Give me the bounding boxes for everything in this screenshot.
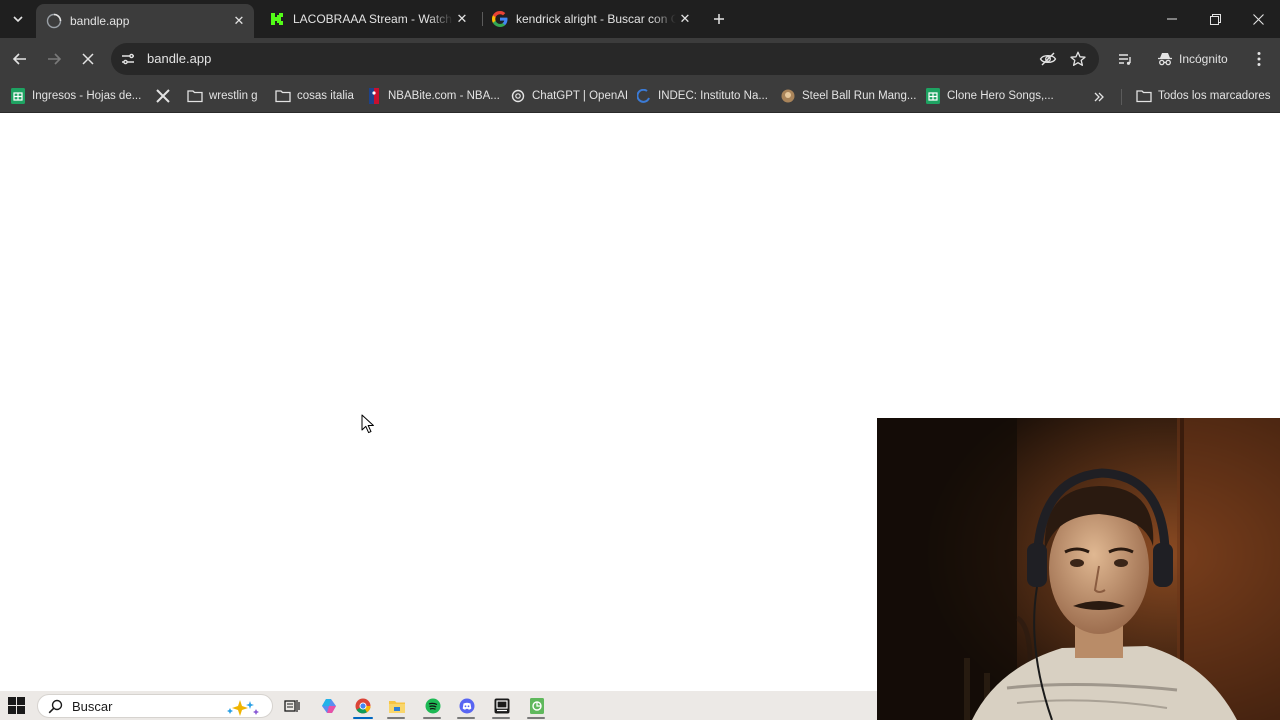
copilot-sparkle-icon bbox=[227, 700, 259, 716]
webcam-feed bbox=[877, 418, 1280, 720]
eye-off-icon[interactable] bbox=[1038, 49, 1058, 69]
media-queue-icon[interactable] bbox=[1114, 48, 1136, 70]
bookmarks-bar: Ingresos - Hojas de... wrestlin g cosas … bbox=[0, 80, 1280, 113]
new-tab-button[interactable] bbox=[709, 9, 729, 29]
bookmark-x[interactable] bbox=[155, 86, 177, 106]
loading-globe-icon bbox=[46, 13, 62, 29]
x-icon bbox=[155, 88, 171, 104]
taskbar-search-box[interactable]: Buscar bbox=[37, 694, 273, 718]
restore-button[interactable] bbox=[1193, 0, 1237, 38]
bookmark-label: NBABite.com - NBA... bbox=[388, 90, 500, 102]
bookmark-label: Ingresos - Hojas de... bbox=[32, 90, 142, 102]
app-open-indicator bbox=[527, 717, 545, 719]
bookmark-folder-cosas-italia[interactable]: cosas italia bbox=[275, 86, 354, 106]
sheets-icon bbox=[10, 88, 26, 104]
close-window-button[interactable] bbox=[1236, 0, 1280, 38]
tab-bandle[interactable]: bandle.app ✕ bbox=[36, 4, 254, 38]
arrow-right-icon bbox=[48, 53, 62, 65]
task-view-icon[interactable] bbox=[283, 697, 301, 715]
all-bookmarks-button[interactable]: Todos los marcadores bbox=[1136, 86, 1271, 106]
copilot-icon[interactable] bbox=[320, 697, 338, 715]
taskbar-search-placeholder: Buscar bbox=[72, 699, 113, 714]
spotify-open-indicator bbox=[423, 717, 441, 719]
back-button[interactable] bbox=[6, 45, 34, 73]
tab-title: LACOBRAAA Stream - Watch Live bbox=[293, 12, 453, 26]
tab-title: bandle.app bbox=[70, 14, 130, 28]
forward-button[interactable] bbox=[40, 45, 68, 73]
sheets-app-icon[interactable] bbox=[528, 697, 546, 715]
webcam-overlay bbox=[877, 418, 1280, 720]
windows-start-button[interactable] bbox=[8, 697, 25, 714]
tab-lacobraaa[interactable]: LACOBRAAA Stream - Watch Live ✕ bbox=[259, 5, 477, 33]
browser-toolbar: bandle.app Incógnito bbox=[0, 38, 1280, 80]
folder-icon bbox=[1136, 88, 1152, 104]
menu-button[interactable] bbox=[1248, 48, 1270, 70]
folder-icon bbox=[275, 88, 291, 104]
bookmark-ingresos[interactable]: Ingresos - Hojas de... bbox=[10, 86, 141, 106]
stop-loading-button[interactable] bbox=[74, 45, 102, 73]
tab-close-button[interactable]: ✕ bbox=[676, 10, 694, 28]
bookmark-clone-hero[interactable]: Clone Hero Songs,... bbox=[925, 86, 1054, 106]
explorer-open-indicator bbox=[387, 717, 405, 719]
bookmarks-overflow-button[interactable] bbox=[1089, 87, 1109, 107]
all-bookmarks-label: Todos los marcadores bbox=[1158, 90, 1271, 102]
more-vertical-icon bbox=[1257, 52, 1261, 66]
bookmark-label: ChatGPT | OpenAI bbox=[532, 90, 629, 102]
close-icon bbox=[1252, 13, 1264, 25]
tab-search-button[interactable] bbox=[6, 7, 30, 31]
double-chevron-right-icon bbox=[1094, 92, 1104, 102]
arrow-left-icon bbox=[12, 53, 26, 65]
tab-close-button[interactable]: ✕ bbox=[230, 12, 248, 30]
restore-icon bbox=[1209, 13, 1221, 25]
bookmark-folder-wrestling[interactable]: wrestlin g bbox=[187, 86, 258, 106]
star-icon[interactable] bbox=[1068, 49, 1088, 69]
chrome-icon[interactable] bbox=[354, 697, 372, 715]
file-explorer-icon[interactable] bbox=[388, 697, 406, 715]
title-bar: bandle.app ✕ LACOBRAAA Stream - Watch Li… bbox=[0, 0, 1280, 38]
incognito-badge[interactable]: Incógnito bbox=[1149, 45, 1236, 73]
bookmark-nbabite[interactable]: NBABite.com - NBA... bbox=[366, 86, 500, 106]
sheets-icon bbox=[925, 88, 941, 104]
mouse-cursor-icon bbox=[361, 414, 374, 434]
indec-icon bbox=[636, 88, 652, 104]
spotify-icon[interactable] bbox=[424, 697, 442, 715]
chrome-active-indicator bbox=[353, 717, 373, 719]
plus-icon bbox=[714, 14, 724, 24]
address-bar[interactable]: bandle.app bbox=[111, 43, 1099, 75]
openai-icon bbox=[510, 88, 526, 104]
discord-icon[interactable] bbox=[458, 697, 476, 715]
bookmarks-divider bbox=[1121, 89, 1122, 105]
close-icon bbox=[82, 53, 94, 65]
bookmark-label: cosas italia bbox=[297, 90, 354, 102]
tab-close-button[interactable]: ✕ bbox=[453, 10, 471, 28]
bookmark-label: Clone Hero Songs,... bbox=[947, 90, 1054, 102]
kick-icon bbox=[269, 11, 285, 27]
minimize-icon bbox=[1167, 18, 1177, 20]
minimize-button[interactable] bbox=[1150, 0, 1194, 38]
search-icon bbox=[48, 699, 63, 714]
tab-google-search[interactable]: kendrick alright - Buscar con Google ✕ bbox=[482, 5, 700, 33]
site-info-icon[interactable] bbox=[119, 50, 137, 68]
bookmark-indec[interactable]: INDEC: Instituto Na... bbox=[636, 86, 768, 106]
incognito-icon bbox=[1158, 53, 1172, 66]
nba-icon bbox=[366, 88, 382, 104]
manga-icon bbox=[780, 88, 796, 104]
tab-title: kendrick alright - Buscar con Google bbox=[516, 12, 676, 26]
bookmark-chatgpt[interactable]: ChatGPT | OpenAI bbox=[510, 86, 628, 106]
bookmark-steel-ball-run[interactable]: Steel Ball Run Mang... bbox=[780, 86, 916, 106]
folder-icon bbox=[187, 88, 203, 104]
obs-studio-icon[interactable] bbox=[493, 697, 511, 715]
bookmark-label: wrestlin g bbox=[209, 90, 258, 102]
discord-open-indicator bbox=[457, 717, 475, 719]
url-text[interactable]: bandle.app bbox=[147, 51, 211, 66]
incognito-label: Incógnito bbox=[1179, 52, 1228, 66]
chevron-down-icon bbox=[13, 16, 23, 23]
bookmark-label: Steel Ball Run Mang... bbox=[802, 90, 917, 102]
google-icon bbox=[492, 11, 508, 27]
obs-open-indicator bbox=[492, 717, 510, 719]
bookmark-label: INDEC: Instituto Na... bbox=[658, 90, 768, 102]
